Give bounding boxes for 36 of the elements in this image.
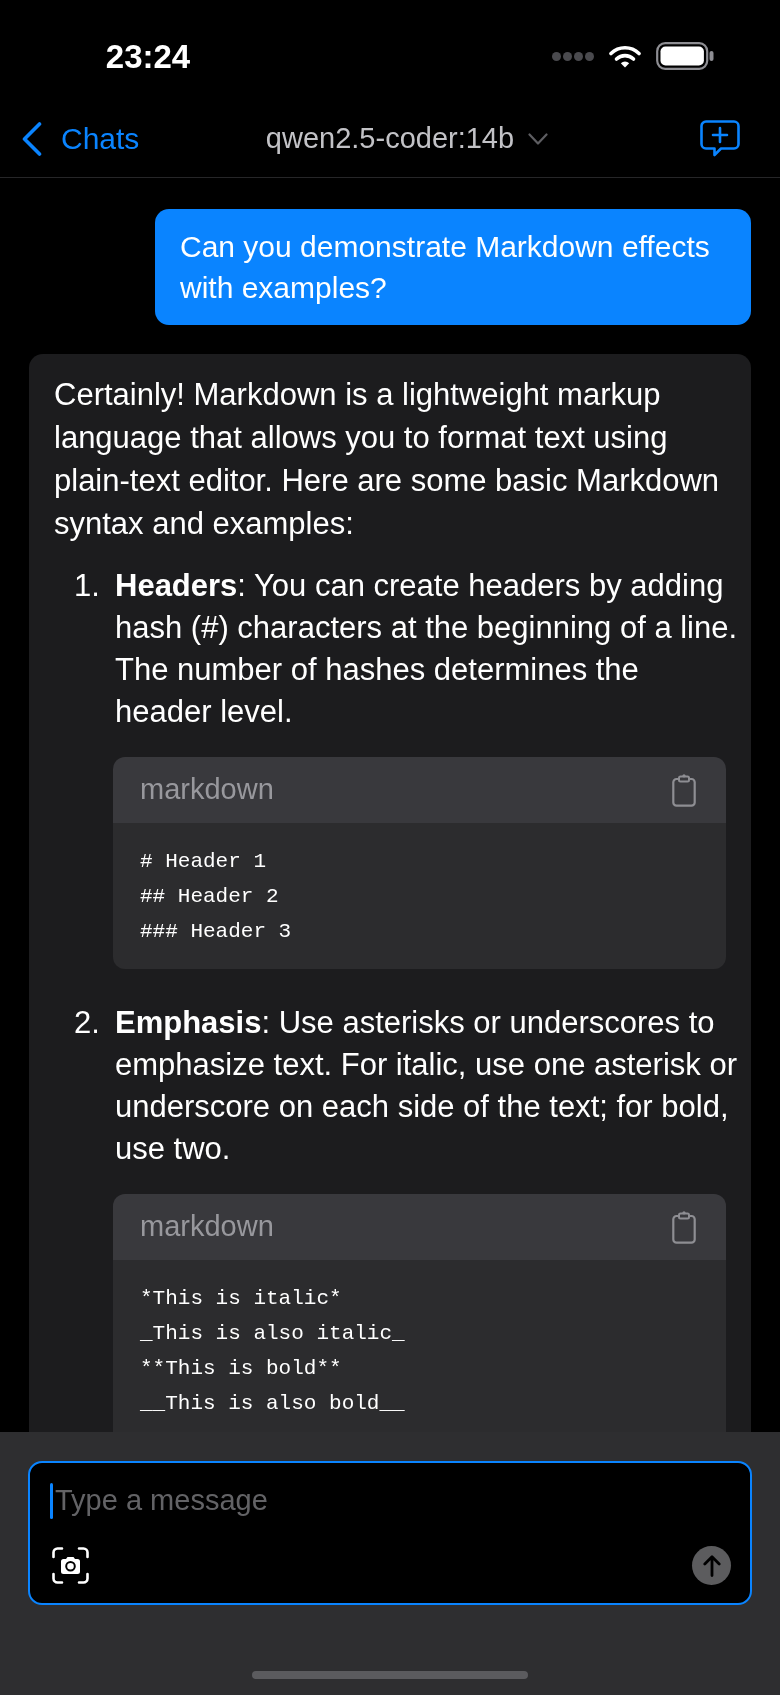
clipboard-icon [672,773,696,807]
arrow-up-icon [702,1554,721,1577]
chevron-left-icon [22,121,42,156]
message-paragraph: Certainly! Markdown is a lightweight markup language that allows you to format text using plain-text editor. Here are some basic Markdown syntax and examples: [54,376,721,543]
wifi-icon [609,44,641,68]
copy-button[interactable] [672,1210,696,1244]
code-line: **This is bold** [140,1356,342,1382]
back-button[interactable]: Chats [22,116,140,161]
model-picker[interactable]: qwen2.5-coder:14b [231,116,549,161]
code-line: ## Header 2 [140,884,279,910]
copy-button[interactable] [672,773,696,807]
camera-button[interactable] [52,1547,89,1584]
chevron-down-icon [528,132,549,145]
camera-scan-icon [52,1547,89,1584]
list-item-text: Emphasis: Use asterisks or underscores to emphasize text. For italic, use one asterisk or underscore on each side of the text; for bold, use two. [115,1004,738,1168]
chat-bubble-plus-icon [700,120,740,157]
status-time: 23:24 [105,39,191,73]
list-number: 1. [74,567,101,605]
list-item-text: Headers: You can create headers by adding hash (#) characters at the beginning of a line. The number of hashes determines the header level. [115,567,739,731]
new-chat-button[interactable] [700,120,740,157]
clipboard-icon [672,1210,696,1244]
code-language-label: markdown [140,1209,274,1245]
battery-icon [656,42,714,70]
code-line: # Header 1 [140,849,267,875]
send-button[interactable] [692,1546,731,1585]
user-message-bubble: Can you demonstrate Markdown effects with examples? [155,209,751,325]
cellular-signal-icon [552,51,594,61]
code-line: *This is italic* [140,1286,342,1312]
code-language-label: markdown [140,772,274,808]
code-line: __This is also bold__ [140,1391,405,1417]
text-cursor [50,1483,53,1519]
list-number: 2. [74,1004,101,1042]
code-line: _This is also italic_ [140,1321,405,1347]
message-composer[interactable]: Type a message [28,1461,752,1605]
message-input[interactable]: Type a message [55,1479,731,1523]
code-line: ### Header 3 [140,919,292,945]
